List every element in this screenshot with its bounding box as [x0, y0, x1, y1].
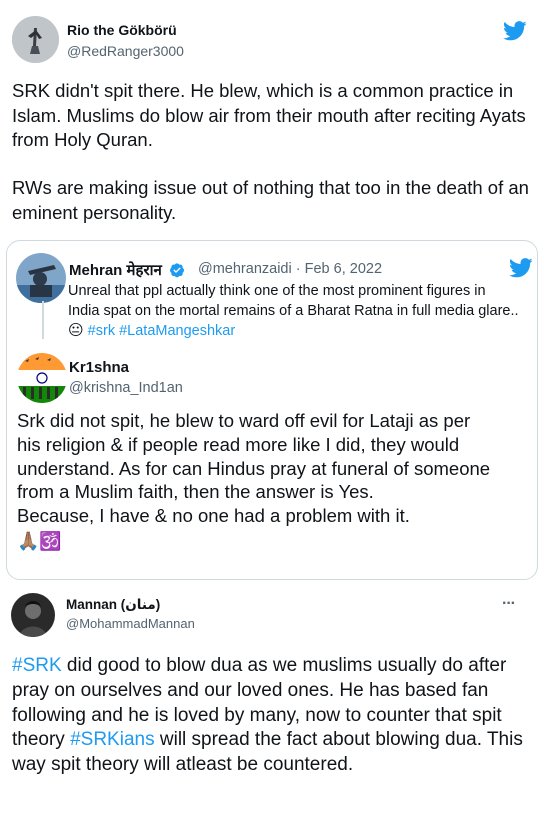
reply-text-line-2: his religion & if people read more like …	[17, 433, 460, 455]
quote-author-name[interactable]: Mehran मेहरान	[69, 260, 185, 280]
reply-text-line-3: understand. As for can Hindus pray at fu…	[17, 457, 491, 479]
twitter-bird-icon[interactable]	[509, 258, 533, 278]
hashtag-srk[interactable]: #SRK	[12, 655, 62, 676]
reply-text-line-1: Srk did not spit, he blew to ward off ev…	[17, 410, 471, 431]
thread-connector-line	[42, 301, 44, 339]
reply-author-name[interactable]: Kr1shna	[69, 359, 129, 376]
reply-text-line-5: Because, I have & no one had a problem w…	[17, 505, 410, 527]
reply-text-line-4: from a Muslim faith, then the answer is …	[17, 481, 374, 503]
quote-handle-text: @mehranzaidi	[198, 261, 292, 277]
quote-date[interactable]: Feb 6, 2022	[305, 261, 382, 277]
author-handle[interactable]: @RedRanger3000	[67, 43, 184, 59]
twitter-bird-icon[interactable]	[503, 21, 527, 41]
tweet-text-paragraph-1: SRK didn't spit there. He blew, which is…	[12, 80, 526, 150]
quote-text-line-1: Unreal that ppl actually think one of th…	[68, 283, 486, 299]
hashtag-srkians[interactable]: #SRKians	[70, 729, 155, 750]
avatar-mehran[interactable]	[16, 253, 66, 303]
author-name[interactable]: Rio the Gökbörü	[67, 22, 177, 38]
hashtag-srk[interactable]: #srk	[88, 323, 115, 339]
tweet-text: #SRK did good to blow dua as we muslims …	[12, 654, 536, 778]
reply-author-handle[interactable]: @krishna_Ind1an	[69, 380, 183, 396]
quoted-thread-card[interactable]: Mehran मेहरान @mehranzaidi · Feb 6, 2022…	[6, 240, 538, 580]
avatar-rio-image	[12, 16, 59, 63]
avatar-mehran-image	[16, 253, 66, 303]
reply-emojis: 🙏🏽🕉️	[17, 530, 62, 551]
quote-author-handle[interactable]: @mehranzaidi · Feb 6, 2022	[198, 261, 382, 277]
avatar-rio[interactable]	[12, 16, 59, 63]
tweet-text-paragraph-2: RWs are making issue out of nothing that…	[12, 177, 529, 223]
reply-text: Srk did not spit, he blew to ward off ev…	[17, 409, 527, 554]
quote-hashtag-line: 😐 #srk #LataMangeshkar	[68, 321, 537, 341]
tweet-mannan: Mannan (منان) @MohammadMannan ··· #SRK d…	[0, 580, 544, 820]
verified-badge-icon	[169, 263, 184, 278]
more-options-icon[interactable]: ···	[502, 595, 516, 613]
avatar-mannan[interactable]	[11, 593, 55, 637]
avatar-mannan-image	[11, 593, 55, 637]
hashtag-lata-mangeshkar[interactable]: #LataMangeshkar	[119, 323, 235, 339]
avatar-krishna[interactable]	[17, 353, 67, 403]
quote-text-line-2: India spat on the mortal remains of a Bh…	[68, 303, 519, 319]
quote-author-name-text: Mehran मेहरान	[69, 262, 162, 279]
author-name[interactable]: Mannan (منان)	[66, 597, 160, 613]
neutral-face-emoji: 😐	[68, 322, 84, 339]
separator-dot: ·	[295, 261, 301, 277]
author-handle[interactable]: @MohammadMannan	[66, 616, 195, 631]
avatar-krishna-image	[17, 353, 67, 403]
